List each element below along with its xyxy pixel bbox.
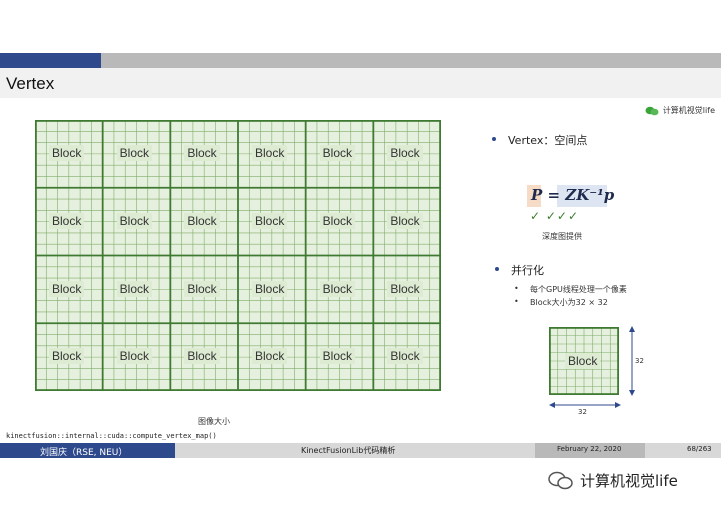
bullet-parallel: 并行化	[511, 264, 544, 277]
image-size-caption: 图像大小	[198, 417, 230, 426]
block-label: Block	[319, 348, 355, 365]
watermark-top: 计算机视觉life	[645, 105, 715, 116]
sub-bullet-gpu: 每个GPU线程处理一个像素	[530, 285, 627, 294]
bullet-dot	[495, 267, 499, 271]
footer-page: 68/263	[687, 445, 712, 453]
formula: P = ZK⁻¹p	[527, 185, 614, 207]
single-block-diagram: Block	[549, 327, 619, 395]
block-label: Block	[184, 280, 220, 297]
wechat-icon	[645, 106, 659, 115]
check-marks: ✓ ✓✓✓	[530, 209, 580, 223]
sub-bullet-marker: •	[514, 297, 519, 306]
height-dimension-label: 32	[635, 357, 644, 365]
block-label: Block	[252, 280, 288, 297]
footer-date-box: February 22, 2020	[535, 443, 645, 458]
block-label: Block	[116, 280, 152, 297]
block-label: Block	[49, 212, 85, 229]
width-dimension-label: 32	[578, 408, 587, 416]
block-label: Block	[387, 348, 423, 365]
title-strip	[0, 68, 721, 98]
block-label: Block	[252, 212, 288, 229]
wechat-icon	[548, 471, 573, 489]
bullet-vertex: Vertex：空间点	[508, 134, 588, 147]
block-grid-lines	[35, 120, 441, 391]
header-bar	[101, 53, 721, 68]
block-label: Block	[49, 145, 85, 161]
block-label: Block	[49, 348, 85, 365]
formula-text: P = ZK⁻¹p	[531, 186, 615, 204]
footer-author-box: 刘国庆（RSE, NEU）	[0, 443, 175, 458]
footer-topic-box: KinectFusionLib代码精析	[175, 443, 535, 458]
block-label: Block	[184, 348, 220, 365]
block-label: Block	[387, 145, 423, 161]
block-label: Block	[387, 212, 423, 229]
block-label: Block	[319, 280, 355, 297]
block-label: Block	[319, 145, 355, 161]
formula-note: 深度图提供	[542, 232, 582, 241]
footer-page-box: 68/263	[645, 443, 721, 458]
block-label: Block	[252, 145, 288, 161]
block-label: Block	[387, 280, 423, 297]
block-label: Block	[319, 212, 355, 229]
block-label: Block	[184, 212, 220, 229]
block-label: Block	[116, 348, 152, 365]
block-label: Block	[565, 353, 601, 369]
watermark-bottom: 计算机视觉life	[548, 470, 678, 491]
block-label: Block	[49, 280, 85, 297]
block-label: Block	[252, 348, 288, 365]
footer-author: 刘国庆（RSE, NEU）	[40, 448, 128, 458]
watermark-bottom-text: 计算机视觉life	[580, 472, 678, 490]
code-reference: kinectfusion::internal::cuda::compute_ve…	[6, 432, 217, 440]
footer-topic: KinectFusionLib代码精析	[301, 446, 396, 455]
slide-title: Vertex	[6, 74, 55, 93]
header-bar-accent	[0, 53, 101, 68]
block-grid: Block Block Block Block Block Block Block Block…	[35, 120, 441, 391]
block-label: Block	[116, 145, 152, 161]
watermark-top-text: 计算机视觉life	[662, 106, 715, 115]
sub-bullet-block: Block大小为32 × 32	[530, 298, 608, 307]
block-label: Block	[116, 212, 152, 229]
footer-date: February 22, 2020	[557, 445, 622, 453]
bullet-dot	[492, 137, 496, 141]
block-label: Block	[184, 145, 220, 161]
sub-bullet-marker: •	[514, 284, 519, 293]
